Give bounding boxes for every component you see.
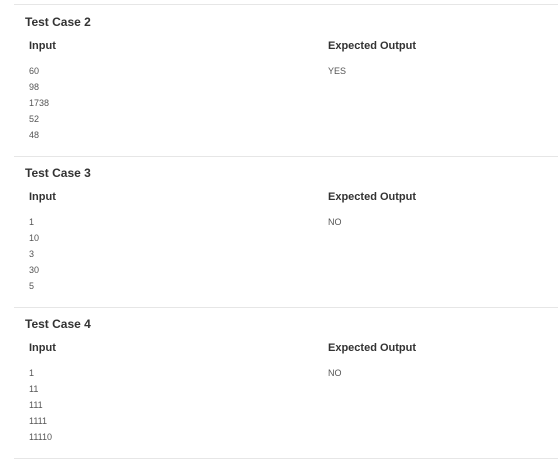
input-value: 1738 bbox=[29, 98, 50, 108]
test-case-title: Test Case 2 bbox=[25, 15, 91, 29]
input-column-header: Input bbox=[29, 342, 56, 354]
input-value: 60 bbox=[29, 66, 40, 76]
test-case-title: Test Case 4 bbox=[25, 317, 91, 331]
input-value: 1111 bbox=[29, 416, 48, 426]
input-value: 52 bbox=[29, 114, 40, 124]
test-case-4: Test Case 4 Input Expected Output 1 11 1… bbox=[25, 317, 558, 452]
test-case-title: Test Case 3 bbox=[25, 166, 91, 180]
divider bbox=[14, 307, 558, 308]
expected-output-column-header: Expected Output bbox=[328, 191, 417, 203]
input-value: 11110 bbox=[29, 432, 53, 442]
test-case-3: Test Case 3 Input Expected Output 1 10 3… bbox=[25, 166, 558, 301]
test-case-2: Test Case 2 Input Expected Output 60 98 … bbox=[25, 15, 558, 150]
input-value: 3 bbox=[29, 249, 35, 259]
input-value: 10 bbox=[29, 233, 40, 243]
expected-output-value: NO bbox=[328, 217, 342, 227]
expected-output-column-header: Expected Output bbox=[328, 40, 417, 52]
input-value: 111 bbox=[29, 400, 43, 410]
divider bbox=[14, 458, 558, 459]
input-value: 1 bbox=[29, 368, 35, 378]
input-value: 5 bbox=[29, 281, 35, 291]
input-values: 1 10 3 30 5 bbox=[29, 214, 39, 294]
input-column-header: Input bbox=[29, 40, 56, 52]
divider bbox=[14, 156, 558, 157]
expected-output-value: NO bbox=[328, 368, 342, 378]
test-cases-panel: Test Case 2 Input Expected Output 60 98 … bbox=[0, 0, 558, 462]
input-column-header: Input bbox=[29, 191, 56, 203]
divider bbox=[14, 4, 558, 5]
input-values: 1 11 111 1111 11110 bbox=[29, 365, 52, 445]
expected-output-column-header: Expected Output bbox=[328, 342, 417, 354]
input-value: 1 bbox=[29, 217, 35, 227]
input-value: 30 bbox=[29, 265, 40, 275]
input-value: 11 bbox=[29, 384, 39, 394]
input-values: 60 98 1738 52 48 bbox=[29, 63, 49, 143]
expected-output-value: YES bbox=[328, 66, 347, 76]
input-value: 48 bbox=[29, 130, 40, 140]
input-value: 98 bbox=[29, 82, 40, 92]
